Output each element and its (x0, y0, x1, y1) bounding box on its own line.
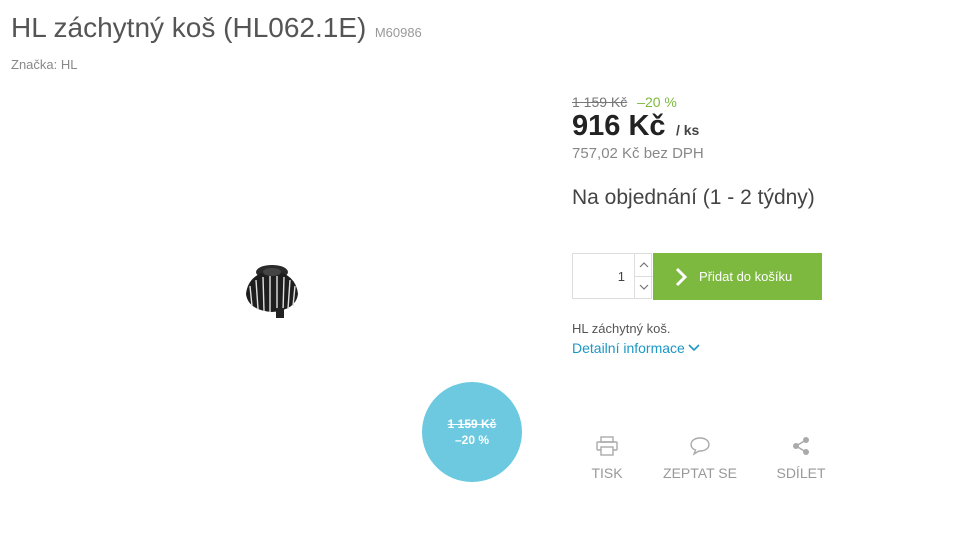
product-code: M60986 (374, 25, 422, 40)
availability-status: Na objednání (1 - 2 týdny) (572, 186, 815, 209)
brand-label: Značka: (11, 57, 58, 72)
old-price-row: 1 159 Kč –20 % (572, 94, 677, 110)
badge-old-price: 1 159 Kč (447, 417, 497, 431)
price-row: 916 Kč / ks (572, 110, 699, 143)
short-description: HL záchytný koš. (572, 321, 671, 336)
ask-action[interactable]: ZEPTAT SE (660, 433, 740, 481)
price-unit: / ks (675, 122, 700, 138)
print-action[interactable]: TISK (587, 433, 627, 481)
share-icon (793, 437, 809, 455)
discount-badge: 1 159 Kč –20 % (422, 382, 522, 482)
brand-line: Značka: HL (11, 57, 78, 72)
share-action[interactable]: SDÍLET (771, 433, 831, 481)
printer-icon (596, 436, 618, 456)
print-label: TISK (591, 465, 623, 481)
product-header: HL záchytný koš (HL062.1E) M60986 (11, 12, 422, 44)
product-image[interactable] (240, 258, 304, 322)
brand-value[interactable]: HL (61, 57, 78, 72)
ask-label: ZEPTAT SE (663, 465, 737, 481)
chat-bubble-icon (690, 437, 710, 456)
quantity-input[interactable] (573, 254, 633, 298)
old-price: 1 159 Kč (572, 94, 628, 110)
chevron-down-icon (639, 284, 649, 290)
badge-discount: –20 % (454, 433, 490, 447)
current-price: 916 Kč (572, 110, 666, 142)
detail-info-link[interactable]: Detailní informace (572, 340, 700, 356)
chevron-right-icon (675, 267, 687, 286)
price-without-vat: 757,02 Kč bez DPH (572, 145, 704, 162)
chevron-up-icon (639, 262, 649, 268)
page-title: HL záchytný koš (HL062.1E) (11, 12, 367, 43)
detail-info-label: Detailní informace (572, 340, 685, 356)
quantity-increase-button[interactable] (634, 254, 653, 277)
add-to-cart-button[interactable]: Přidat do košíku (653, 253, 822, 300)
chevron-down-icon (688, 344, 700, 352)
discount-percent: –20 % (637, 94, 677, 110)
quantity-decrease-button[interactable] (634, 276, 653, 298)
quantity-stepper (572, 253, 653, 299)
share-label: SDÍLET (776, 465, 826, 481)
add-to-cart-label: Přidat do košíku (699, 269, 793, 284)
